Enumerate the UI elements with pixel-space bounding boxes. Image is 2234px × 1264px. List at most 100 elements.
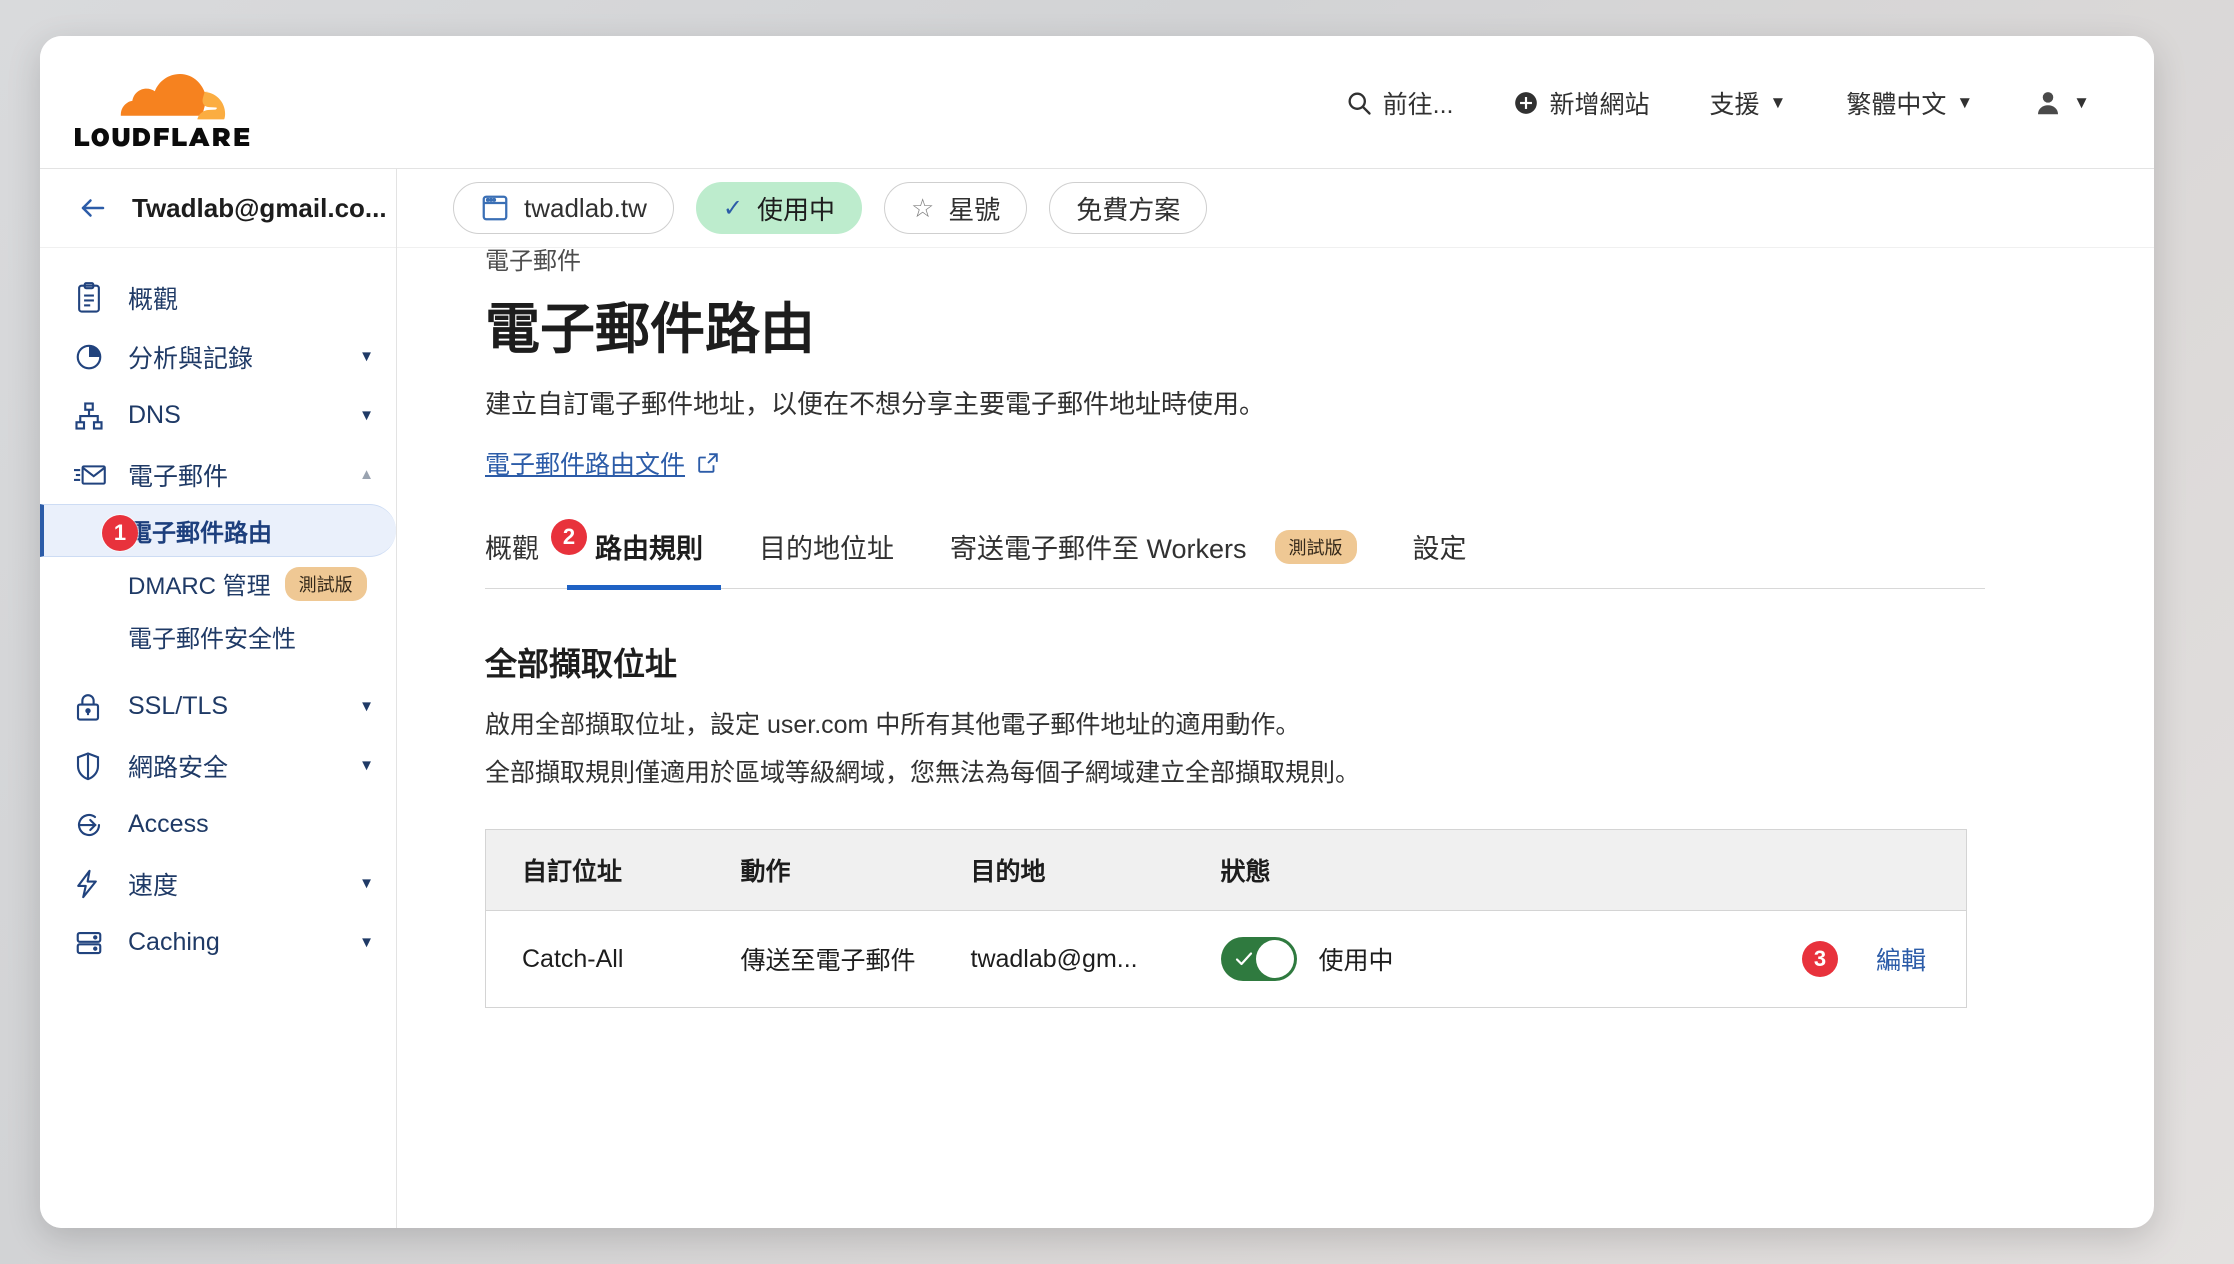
sidebar-item-caching[interactable]: Caching ▼ (40, 913, 396, 972)
global-search-button[interactable]: 前往... (1315, 85, 1484, 121)
chevron-down-icon[interactable]: ▼ (359, 758, 374, 773)
status-toggle-group: 使用中 (1220, 937, 1551, 981)
page-description: 建立自訂電子郵件地址，以便在不想分享主要電子郵件地址時使用。 (485, 389, 1266, 419)
sidebar-item-label: 網路安全 (128, 753, 229, 782)
column-header-custom-address: 自訂位址 (485, 829, 741, 911)
cloudflare-logo[interactable] (62, 58, 292, 150)
top-header-bar: 前往... 新增網站 支援 ▼ 繁體中文 ▼ ▼ (40, 36, 2154, 169)
tab-label: 設定 (1412, 534, 1467, 564)
column-header-destination: 目的地 (970, 829, 1221, 911)
chevron-down-icon: ▼ (1769, 93, 1787, 112)
cell-action: 傳送至電子郵件 (740, 947, 916, 975)
sidebar-item-dns[interactable]: DNS ▼ (40, 386, 396, 445)
sidebar-item-email-routing[interactable]: 1 電子郵件路由 (40, 504, 396, 557)
chevron-down-icon[interactable]: ▼ (359, 699, 374, 714)
sidebar-item-label: 電子郵件 (128, 462, 229, 491)
cell-edit: 3 編輯 (1551, 911, 1967, 1008)
sidebar-item-dmarc[interactable]: DMARC 管理 測試版 (40, 557, 396, 610)
plan-label: 免費方案 (1076, 194, 1181, 225)
arrow-left-icon[interactable] (76, 193, 110, 223)
tab-destination-addresses[interactable]: 目的地位址 (731, 527, 922, 588)
sidebar-item-label: 速度 (128, 871, 179, 900)
sidebar-item-email-security[interactable]: 電子郵件安全性 (40, 610, 396, 663)
browser-window-icon (482, 195, 508, 221)
tab-email-workers[interactable]: 寄送電子郵件至 Workers 測試版 (922, 527, 1385, 588)
add-site-button[interactable]: 新增網站 (1483, 85, 1679, 121)
cell-destination: twadlab@gm... (970, 944, 1138, 973)
app-body: Twadlab@gmail.co... 概觀 分析與記錄 ▼ DNS ▼ 電子郵… (40, 169, 2154, 1228)
domain-context-bar: twadlab.tw ✓ 使用中 ☆ 星號 免費方案 (397, 169, 2154, 248)
chevron-up-icon[interactable]: ▲ (359, 467, 374, 482)
table-body: Catch-All 傳送至電子郵件 twadlab@gm... 使用中 3 編輯 (486, 911, 1967, 1008)
tab-label: 目的地位址 (759, 534, 894, 564)
catch-all-description-line-2: 全部擷取規則僅適用於區域等級網域，您無法為每個子網域建立全部擷取規則。 (485, 759, 1361, 787)
add-site-label: 新增網站 (1549, 90, 1650, 119)
step-badge-2: 2 (551, 519, 587, 555)
sidebar-item-security[interactable]: 網路安全 ▼ (40, 736, 396, 795)
global-search-label: 前往... (1382, 90, 1454, 119)
catch-all-section-title: 全部擷取位址 (485, 646, 678, 682)
cloudflare-cloud-logo (75, 74, 250, 147)
star-icon: ☆ (910, 192, 935, 223)
sidebar-item-label: Access (128, 810, 209, 838)
step-badge-1: 1 (102, 515, 138, 551)
edit-rule-link[interactable]: 編輯 (1876, 947, 1926, 975)
language-menu[interactable]: 繁體中文 ▼ (1816, 85, 2003, 121)
sitemap-icon (74, 401, 108, 431)
chevron-down-icon: ▼ (1956, 93, 1974, 112)
header-actions: 前往... 新增網站 支援 ▼ 繁體中文 ▼ ▼ (1315, 36, 2120, 169)
sidebar-item-analytics[interactable]: 分析與記錄 ▼ (40, 327, 396, 386)
account-breadcrumb-row[interactable]: Twadlab@gmail.co... (40, 169, 396, 248)
tab-bar: 概觀 2 路由規則 目的地位址 寄送電子郵件至 Workers 測試版 設定 (485, 519, 1985, 590)
sidebar-item-label: Caching (128, 928, 220, 956)
sidebar-item-overview[interactable]: 概觀 (40, 268, 396, 327)
lock-icon (74, 692, 108, 722)
sidebar-item-ssl-tls[interactable]: SSL/TLS ▼ (40, 677, 396, 736)
column-header-action: 動作 (740, 829, 971, 911)
routing-rules-table: 自訂位址 動作 目的地 狀態 Catch-All 傳送至電子郵件 twadlab… (485, 829, 1967, 1008)
tab-label: 概觀 (485, 534, 539, 564)
support-label: 支援 (1709, 90, 1760, 119)
documentation-link[interactable]: 電子郵件路由文件 (485, 445, 719, 481)
chevron-down-icon: ▼ (2073, 93, 2090, 112)
plus-circle-icon (1515, 91, 1538, 114)
table-row: Catch-All 傳送至電子郵件 twadlab@gm... 使用中 3 編輯 (486, 911, 1967, 1008)
sidebar-item-label: 概觀 (128, 285, 179, 314)
column-header-status: 狀態 (1220, 829, 1551, 911)
browser-app-card: 前往... 新增網站 支援 ▼ 繁體中文 ▼ ▼ Twadlab@gmail.c… (40, 36, 2154, 1228)
status-toggle[interactable] (1220, 937, 1297, 981)
database-icon (74, 929, 108, 957)
star-label: 星號 (948, 194, 1001, 225)
support-menu[interactable]: 支援 ▼ (1679, 85, 1816, 121)
chevron-down-icon[interactable]: ▼ (359, 935, 374, 950)
cell-custom-address: Catch-All (522, 944, 624, 973)
access-arrow-icon (74, 810, 108, 840)
table-header-row: 自訂位址 動作 目的地 狀態 (485, 829, 1967, 911)
status-label: 使用中 (1318, 947, 1394, 975)
sidebar-subitem-label: 電子郵件路由 (128, 520, 272, 547)
star-site-button[interactable]: ☆ 星號 (883, 182, 1028, 234)
chevron-down-icon[interactable]: ▼ (359, 349, 374, 364)
clipboard-icon (74, 281, 108, 314)
chevron-down-icon[interactable]: ▼ (359, 408, 374, 423)
site-selector-chip[interactable]: twadlab.tw (453, 182, 674, 234)
account-menu[interactable]: ▼ (2003, 88, 2120, 118)
sidebar-nav: 概觀 分析與記錄 ▼ DNS ▼ 電子郵件 ▲ 1 電子郵件路由 DMARC 管… (40, 248, 396, 972)
sidebar-item-access[interactable]: Access (40, 795, 396, 854)
search-icon (1348, 92, 1371, 115)
sidebar-subitem-label: DMARC 管理 (128, 573, 271, 600)
account-name: Twadlab@gmail.co... (132, 192, 387, 223)
tab-routing-rules[interactable]: 2 路由規則 (551, 519, 731, 590)
site-status-chip[interactable]: ✓ 使用中 (695, 182, 862, 234)
site-status-label: 使用中 (756, 194, 835, 225)
tab-label: 寄送電子郵件至 Workers (950, 534, 1247, 564)
sidebar-item-speed[interactable]: 速度 ▼ (40, 854, 396, 913)
sidebar-item-label: DNS (128, 401, 181, 429)
plan-chip[interactable]: 免費方案 (1049, 182, 1208, 234)
sidebar-item-email[interactable]: 電子郵件 ▲ (40, 445, 396, 504)
tab-settings[interactable]: 設定 (1385, 527, 1495, 588)
sidebar-item-label: 分析與記錄 (128, 344, 254, 373)
toggle-knob (1255, 940, 1294, 978)
chevron-down-icon[interactable]: ▼ (359, 876, 374, 891)
main-wrapper: twadlab.tw ✓ 使用中 ☆ 星號 免費方案 電子郵件 電子郵件路由 建… (397, 169, 2154, 1228)
